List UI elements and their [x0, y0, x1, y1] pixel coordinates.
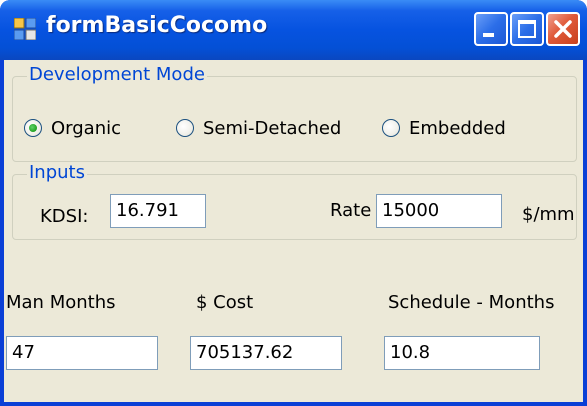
cost-output[interactable]: 705137.62 — [190, 336, 342, 370]
kdsi-input[interactable]: 16.791 — [110, 194, 206, 228]
form-client-area: Development Mode Organic Semi-Detached E… — [4, 60, 583, 402]
radio-embedded-label: Embedded — [409, 117, 506, 139]
radio-button-selected-icon — [24, 119, 42, 137]
app-window: formBasicCocomo Development Mode Organic… — [0, 0, 587, 406]
rate-unit-label: $/mm — [522, 204, 575, 225]
radio-button-icon — [382, 119, 400, 137]
minimize-button[interactable] — [474, 12, 508, 46]
radio-button-icon — [176, 119, 194, 137]
schedule-months-label: Schedule - Months — [388, 292, 555, 313]
radio-organic[interactable]: Organic — [24, 116, 121, 140]
maximize-button[interactable] — [510, 12, 544, 46]
cost-label: $ Cost — [196, 292, 254, 313]
maximize-icon — [518, 20, 536, 38]
radio-semi-detached-label: Semi-Detached — [203, 117, 342, 139]
rate-label: Rate — [330, 200, 372, 221]
rate-input[interactable]: 15000 — [376, 194, 502, 228]
radio-embedded[interactable]: Embedded — [382, 116, 506, 140]
inputs-legend: Inputs — [27, 162, 87, 183]
man-months-label: Man Months — [6, 292, 116, 313]
radio-dot-icon — [29, 124, 37, 132]
close-button[interactable] — [546, 12, 580, 46]
kdsi-label: KDSI: — [40, 206, 89, 227]
minimize-icon — [483, 33, 494, 37]
radio-organic-label: Organic — [51, 117, 122, 139]
form-app-icon — [14, 18, 36, 40]
title-bar[interactable]: formBasicCocomo — [0, 0, 587, 60]
man-months-output[interactable]: 47 — [6, 336, 158, 370]
close-icon — [554, 20, 572, 38]
window-title: formBasicCocomo — [46, 13, 268, 38]
schedule-months-output[interactable]: 10.8 — [384, 336, 540, 370]
radio-semi-detached[interactable]: Semi-Detached — [176, 116, 341, 140]
development-mode-legend: Development Mode — [27, 64, 207, 85]
